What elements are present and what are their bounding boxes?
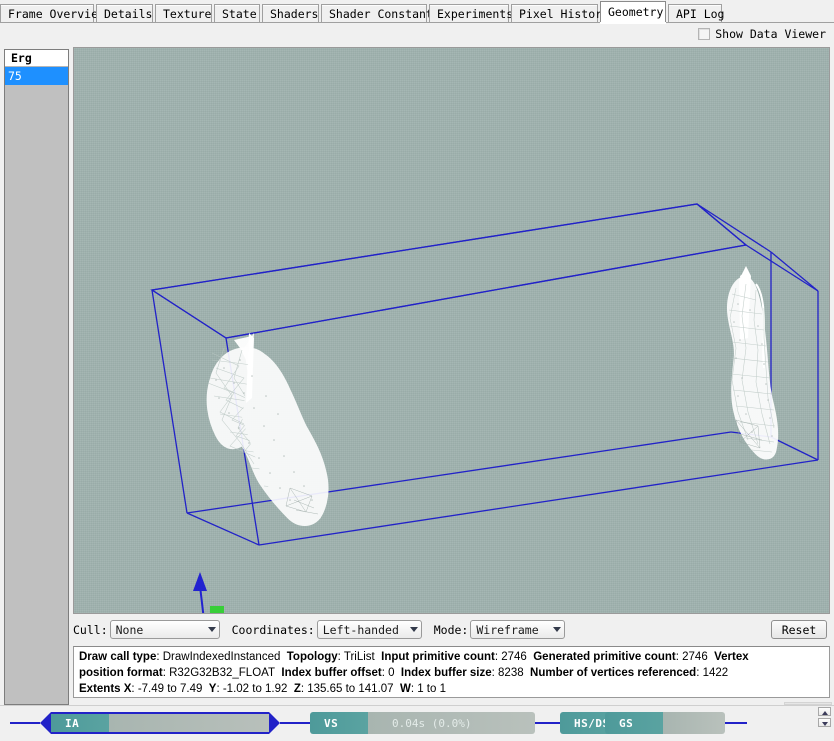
stage-body[interactable]: VS 0.04s (0.0%) (310, 712, 535, 734)
sidebar-row-75[interactable]: 75 (5, 67, 68, 85)
show-data-viewer-checkbox[interactable]: Show Data Viewer (698, 27, 826, 41)
tab-texture[interactable]: Texture (155, 4, 212, 23)
info-line-2: position format: R32G32B32_FLOAT Index b… (79, 665, 825, 681)
info-key: Z (293, 683, 301, 695)
axis-z-icon (210, 606, 224, 613)
stage-chevron-left-icon (40, 712, 51, 734)
pipeline-stage-gs[interactable]: GS (605, 712, 725, 734)
pipeline-spinner[interactable] (818, 707, 831, 727)
info-value: 8238 (498, 667, 524, 679)
info-value: 1422 (702, 667, 729, 679)
cull-value: None (115, 622, 144, 637)
info-line-1: Draw call type: DrawIndexedInstanced Top… (79, 649, 825, 665)
info-key: Index buffer size (400, 667, 492, 679)
info-key: Extents X (79, 683, 132, 695)
pipeline-stage-ia[interactable]: IA (40, 712, 280, 734)
info-value: 1 to 1 (417, 683, 446, 695)
viewport-controls: Cull: None Coordinates: Left-handed Mode… (73, 617, 830, 642)
stage-name: GS (619, 716, 634, 730)
info-key: Generated primitive count (533, 651, 676, 663)
pipeline-stage-vs[interactable]: VS 0.04s (0.0%) (310, 712, 535, 734)
geometry-viewport-frame[interactable] (73, 47, 830, 614)
info-key: Draw call type (79, 651, 157, 663)
info-key: position format (79, 667, 163, 679)
tab-underline (0, 22, 834, 23)
tab-bar: Frame Overview Details Texture State Shaders… (0, 0, 834, 24)
info-value: 135.65 to 141.07 (307, 683, 394, 695)
tab-shader-constants[interactable]: Shader Constants (321, 4, 440, 23)
spinner-up-icon[interactable] (818, 707, 831, 716)
info-value: 2746 (501, 651, 527, 663)
info-gap (728, 667, 734, 679)
info-key: Vertex (714, 651, 749, 663)
pipeline-scrollbar[interactable] (784, 702, 832, 705)
mode-value: Wireframe (476, 622, 539, 637)
info-value: TriList (343, 651, 375, 663)
stage-body[interactable]: IA (51, 712, 269, 734)
info-key: Topology (286, 651, 338, 663)
sidebar-column-header[interactable]: Erg (5, 50, 68, 67)
sidebar-row-container: 75 (5, 67, 68, 85)
cull-dropdown[interactable]: None (109, 620, 220, 639)
chevron-down-icon[interactable] (207, 627, 216, 632)
mesh-wireframe-right (727, 266, 779, 460)
stage-name: IA (65, 716, 80, 730)
chevron-down-icon[interactable] (409, 627, 418, 632)
tab-strip: Frame Overview Details Texture State Shaders… (0, 1, 724, 23)
event-list-sidebar[interactable]: Erg 75 (4, 49, 69, 705)
tab-pixel-history[interactable]: Pixel History (511, 4, 609, 23)
spinner-down-icon[interactable] (818, 718, 831, 727)
stage-name: VS (324, 716, 339, 730)
cull-label: Cull: (73, 622, 108, 637)
mode-label: Mode: (433, 622, 469, 637)
info-value: R32G32B32_FLOAT (169, 667, 275, 679)
geometry-canvas[interactable] (74, 48, 829, 613)
toolbar-row: Show Data Viewer (0, 24, 834, 45)
chevron-down-icon[interactable] (553, 627, 562, 632)
info-gap (446, 683, 452, 695)
show-data-viewer-label: Show Data Viewer (715, 27, 826, 41)
pipeline-connector (725, 722, 747, 724)
coordinates-value: Left-handed (322, 622, 399, 637)
axis-gizmo (193, 572, 224, 613)
checkbox-unchecked-icon[interactable] (698, 28, 711, 40)
pipeline-connector (535, 722, 560, 724)
coordinates-label: Coordinates: (231, 622, 315, 637)
info-key: Index buffer offset (281, 667, 382, 679)
mode-dropdown[interactable]: Wireframe (470, 620, 566, 639)
info-key: Input primitive count (381, 651, 495, 663)
tab-geometry[interactable]: Geometry (600, 1, 666, 23)
info-line-3: Extents X: -7.49 to 7.49 Y: -1.02 to 1.9… (79, 681, 825, 697)
info-key: W (399, 683, 411, 695)
tab-api-log[interactable]: API Log (668, 4, 724, 23)
info-value: -1.02 to 1.92 (222, 683, 288, 695)
pipeline-connector (280, 722, 310, 724)
info-gap (749, 651, 755, 663)
geometry-viewport[interactable] (74, 48, 829, 613)
tab-experiments[interactable]: Experiments (429, 4, 513, 23)
info-value: -7.49 to 7.49 (137, 683, 203, 695)
coordinates-dropdown[interactable]: Left-handed (316, 620, 422, 639)
info-value: DrawIndexedInstanced (162, 651, 281, 663)
info-value: 2746 (682, 651, 708, 663)
tab-frame-overview[interactable]: Frame Overview (0, 4, 105, 23)
tab-shaders[interactable]: Shaders (262, 4, 319, 23)
tab-details[interactable]: Details (96, 4, 153, 23)
stage-body[interactable]: GS (605, 712, 725, 734)
reset-button[interactable]: Reset (771, 620, 827, 639)
pipeline-bar[interactable]: IA VS 0.04s (0.0%) HS/DS GS (0, 702, 834, 741)
stage-time: 0.04s (0.0%) (392, 716, 472, 730)
tab-active-underline (600, 22, 666, 24)
pipeline-stages: IA VS 0.04s (0.0%) HS/DS GS (10, 712, 785, 734)
axis-y-icon (193, 572, 207, 613)
pipeline-connector (10, 722, 40, 724)
stage-chevron-right-icon (269, 712, 280, 734)
info-key: Number of vertices referenced (530, 667, 697, 679)
draw-call-info-panel: Draw call type: DrawIndexedInstanced Top… (73, 646, 830, 698)
tab-state[interactable]: State (214, 4, 260, 23)
